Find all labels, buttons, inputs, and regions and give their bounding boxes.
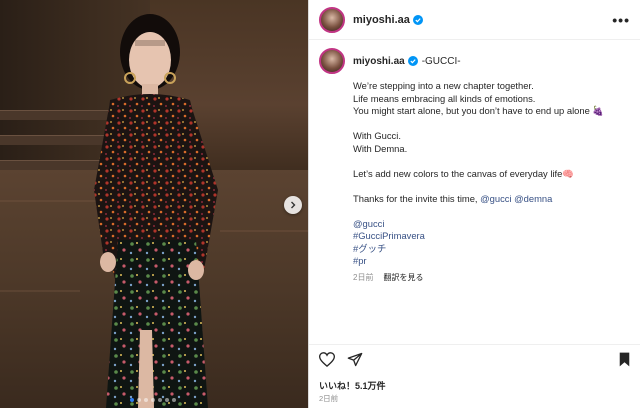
carousel-dot[interactable] (151, 398, 155, 402)
post-photo[interactable] (0, 0, 308, 408)
tag-link[interactable]: @gucci (353, 218, 633, 231)
carousel-dot[interactable] (172, 398, 176, 402)
caption-line (353, 180, 633, 193)
action-bar (309, 344, 640, 374)
caption-line: Life means embracing all kinds of emotio… (353, 92, 536, 104)
share-icon[interactable] (347, 352, 363, 367)
caption-line (353, 118, 633, 131)
carousel-next-button[interactable] (284, 196, 302, 214)
mention-gucci-link[interactable]: @gucci (480, 193, 511, 204)
mention-demna-link[interactable]: @demna (514, 193, 552, 204)
caption-line (353, 155, 633, 168)
caption-body: We’re stepping into a new chapter togeth… (353, 80, 633, 218)
tag-link[interactable]: #pr (353, 255, 633, 268)
avatar[interactable] (319, 6, 345, 33)
hashtag-list: @gucci #GucciPrimavera #グッチ #pr (353, 218, 633, 268)
carousel-dot[interactable] (130, 398, 134, 402)
caption-line: You might start alone, but you don’t hav… (353, 105, 605, 116)
translate-link[interactable]: 翻訳を見る (383, 272, 423, 283)
carousel-dot[interactable] (165, 398, 169, 402)
more-icon[interactable]: ••• (612, 12, 630, 28)
tag-link[interactable]: #GucciPrimavera (353, 230, 633, 243)
carousel-dot[interactable] (137, 398, 141, 402)
carousel-dot[interactable] (158, 398, 162, 402)
chevron-right-icon (291, 201, 296, 209)
caption-line: With Gucci. (353, 130, 401, 141)
carousel-dot[interactable] (144, 398, 148, 402)
heart-icon[interactable] (319, 352, 335, 367)
avatar[interactable] (319, 48, 345, 74)
caption-line: We’re stepping into a new chapter togeth… (353, 80, 534, 91)
caption-line: Thanks for the invite this time, (353, 192, 478, 204)
verified-badge-icon (407, 56, 418, 66)
caption-line: With Demna. (353, 142, 408, 154)
caption-line-mentions: Thanks for the invite this time, @gucci … (353, 193, 633, 206)
caption-username[interactable]: miyoshi.aa (353, 56, 405, 67)
caption-title: -GUCCI- (421, 55, 461, 67)
bookmark-icon[interactable] (618, 352, 631, 367)
post-date: 2日前 (319, 394, 339, 403)
post-header: miyoshi.aa ••• (309, 0, 640, 40)
tag-link[interactable]: #グッチ (353, 243, 633, 256)
username[interactable]: miyoshi.aa (353, 14, 410, 26)
time-ago: 2日前 (353, 272, 374, 282)
caption-meta: 2日前 翻訳を見る (353, 272, 633, 283)
caption: miyoshi.aa -GUCCI- We’re stepping into a… (319, 48, 633, 283)
carousel-dots (130, 398, 176, 402)
post-panel: miyoshi.aa ••• miyoshi.aa -GUCCI- We’re … (308, 0, 640, 408)
caption-line: Let’s add new colors to the canvas of ev… (353, 167, 574, 179)
verified-badge-icon (412, 14, 423, 25)
person-figure (94, 14, 218, 408)
likes-count[interactable]: いいね！5.1万件 (319, 379, 386, 392)
